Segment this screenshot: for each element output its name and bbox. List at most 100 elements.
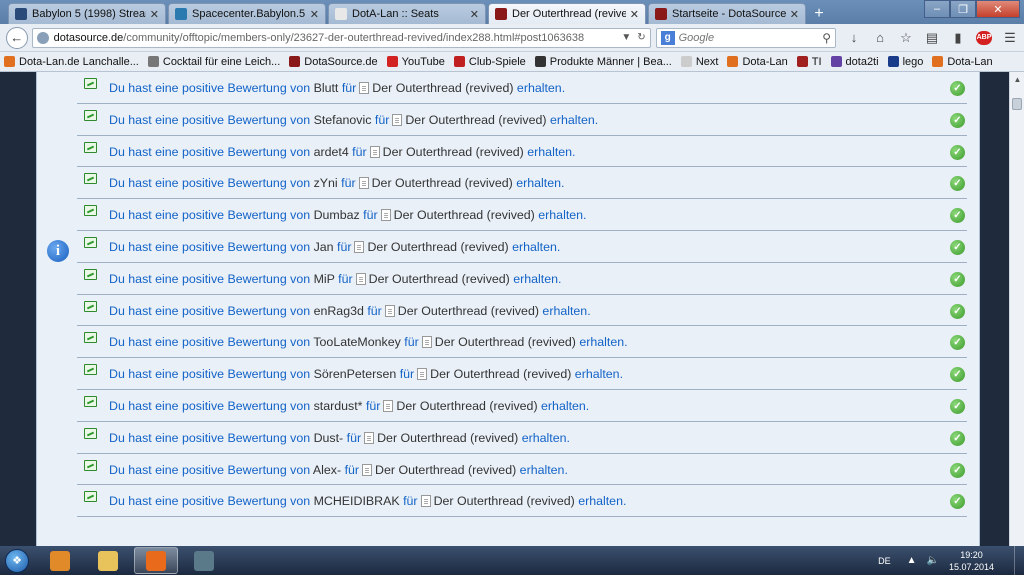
close-tab-icon[interactable]: ✕ (310, 8, 319, 21)
user-link[interactable]: Stefanovic (314, 113, 372, 127)
rating-link[interactable]: Du hast eine positive Bewertung von (109, 304, 310, 318)
bookmark-item[interactable]: Dota-Lan.de Lanchalle... (4, 56, 139, 68)
user-link[interactable]: SörenPetersen (314, 367, 397, 381)
thread-link[interactable]: Der Outerthread (revived) (372, 176, 513, 190)
user-link[interactable]: Dust- (314, 431, 344, 445)
close-tab-icon[interactable]: ✕ (790, 8, 799, 21)
rating-link[interactable]: Du hast eine positive Bewertung von (109, 113, 310, 127)
close-tab-icon[interactable]: ✕ (150, 8, 159, 21)
dropdown-arrow-icon[interactable]: ▼ (621, 32, 631, 43)
rating-link[interactable]: Du hast eine positive Bewertung von (109, 81, 310, 95)
rating-link[interactable]: Du hast eine positive Bewertung von (109, 335, 310, 349)
close-tab-icon[interactable]: ✕ (470, 8, 479, 21)
thread-link[interactable]: Der Outerthread (revived) (435, 335, 576, 349)
bookmark-item[interactable]: TI (796, 56, 822, 68)
show-desktop-button[interactable] (1014, 546, 1024, 575)
bookmark-item[interactable]: Dota-Lan (727, 56, 788, 68)
thread-link[interactable]: Der Outerthread (revived) (383, 145, 524, 159)
scrollbar-thumb[interactable] (1012, 98, 1022, 110)
thread-link[interactable]: Der Outerthread (revived) (375, 463, 516, 477)
user-link[interactable]: Jan (314, 240, 334, 254)
search-icon[interactable]: ⚲ (822, 31, 831, 45)
rating-link[interactable]: Du hast eine positive Bewertung von (109, 145, 310, 159)
browser-tab[interactable]: Der Outerthread (revived) -... ✕ (488, 3, 646, 24)
language-indicator[interactable]: DE (878, 556, 891, 566)
clipboard-icon[interactable]: ▤ (924, 30, 940, 46)
for-word: für (341, 81, 357, 95)
rating-link[interactable]: Du hast eine positive Bewertung von (109, 431, 310, 445)
start-button[interactable]: ❖ (0, 546, 34, 575)
home-icon[interactable]: ⌂ (872, 30, 888, 46)
url-bar[interactable]: dotasource.de /community/offtopic/member… (31, 27, 651, 48)
user-link[interactable]: enRag3d (314, 304, 364, 318)
scroll-up-icon[interactable]: ▲ (1010, 72, 1024, 87)
bookmark-star-icon[interactable]: ☆ (898, 30, 914, 46)
browser-tab[interactable]: DotA-Lan :: Seats ✕ (328, 3, 486, 24)
back-button[interactable]: ← (6, 26, 28, 49)
spacecenter-icon (175, 8, 187, 20)
vertical-scrollbar[interactable]: ▲ (1009, 72, 1024, 546)
minimize-button[interactable]: – (924, 0, 950, 18)
thread-link[interactable]: Der Outerthread (revived) (434, 494, 575, 508)
thread-link[interactable]: Der Outerthread (revived) (369, 272, 510, 286)
taskbar-app-explorer[interactable] (86, 547, 130, 574)
bookmark-item[interactable]: Produkte Männer | Bea... (534, 56, 672, 68)
google-icon[interactable]: g (660, 30, 675, 45)
bookmark-item[interactable]: Next (680, 56, 718, 68)
thread-link[interactable]: Der Outerthread (revived) (405, 113, 546, 127)
clock[interactable]: 19:20 15.07.2014 (949, 549, 994, 573)
taskbar-app-firefox[interactable] (134, 547, 178, 574)
rating-link[interactable]: Du hast eine positive Bewertung von (109, 208, 310, 222)
bookmark-item[interactable]: Club-Spiele (453, 56, 526, 68)
rating-link[interactable]: Du hast eine positive Bewertung von (109, 367, 310, 381)
menu-icon[interactable]: ☰ (1002, 30, 1018, 46)
download-icon[interactable]: ↓ (846, 30, 862, 46)
thread-link[interactable]: Der Outerthread (revived) (367, 240, 508, 254)
user-link[interactable]: zYni (314, 176, 338, 190)
bookmark-item[interactable]: dota2ti (830, 56, 879, 68)
user-link[interactable]: Dumbaz (314, 208, 360, 222)
user-link[interactable]: Alex- (313, 463, 341, 477)
search-bar[interactable]: g ⚲ (655, 27, 836, 48)
browser-tab[interactable]: Babylon 5 (1998) Stream Se... ✕ (8, 3, 166, 24)
thread-link[interactable]: Der Outerthread (revived) (396, 399, 537, 413)
new-tab-button[interactable]: + (808, 3, 830, 24)
bookmark-item[interactable]: DotaSource.de (289, 56, 378, 68)
thread-link[interactable]: Der Outerthread (revived) (430, 367, 571, 381)
thread-link[interactable]: Der Outerthread (revived) (398, 304, 539, 318)
rating-link[interactable]: Du hast eine positive Bewertung von (109, 399, 310, 413)
bookmark-item[interactable]: lego (887, 56, 923, 68)
battery-icon[interactable]: ▮ (950, 30, 966, 46)
volume-icon[interactable]: 🔈 (927, 555, 939, 566)
close-window-button[interactable]: ✕ (976, 0, 1020, 18)
positive-rating-icon (84, 364, 97, 376)
browser-tab[interactable]: Startseite - DotaSource.de ... ✕ (648, 3, 806, 24)
user-link[interactable]: MiP (314, 272, 335, 286)
rating-link[interactable]: Du hast eine positive Bewertung von (109, 272, 310, 286)
adblock-icon[interactable]: ABP (976, 30, 992, 46)
bookmark-item[interactable]: Dota-Lan (932, 56, 993, 68)
thread-link[interactable]: Der Outerthread (revived) (377, 431, 518, 445)
user-link[interactable]: stardust* (314, 399, 363, 413)
rating-link[interactable]: Du hast eine positive Bewertung von (109, 463, 310, 477)
reload-icon[interactable]: ↻ (637, 32, 645, 43)
user-link[interactable]: MCHEIDIBRAK (314, 494, 400, 508)
restore-button[interactable]: ❐ (950, 0, 976, 18)
user-link[interactable]: Blutt (314, 81, 339, 95)
close-tab-icon[interactable]: ✕ (630, 8, 639, 21)
tray-expand-icon[interactable]: ▲ (907, 555, 917, 566)
browser-tab[interactable]: Spacecenter.Babylon.5.S01... ✕ (168, 3, 326, 24)
search-input[interactable] (678, 31, 823, 44)
thread-link[interactable]: Der Outerthread (revived) (372, 81, 513, 95)
rating-link[interactable]: Du hast eine positive Bewertung von (109, 176, 310, 190)
user-link[interactable]: ardet4 (314, 145, 349, 159)
user-link[interactable]: TooLateMonkey (313, 335, 400, 349)
taskbar-app-media-player[interactable] (38, 547, 82, 574)
rating-link[interactable]: Du hast eine positive Bewertung von (109, 240, 310, 254)
bookmark-item[interactable]: Cocktail für eine Leich... (147, 56, 280, 68)
site-identity-icon[interactable] (36, 31, 49, 44)
taskbar-app-steam[interactable] (182, 547, 226, 574)
bookmark-item[interactable]: YouTube (386, 56, 445, 68)
rating-link[interactable]: Du hast eine positive Bewertung von (109, 494, 310, 508)
thread-link[interactable]: Der Outerthread (revived) (394, 208, 535, 222)
